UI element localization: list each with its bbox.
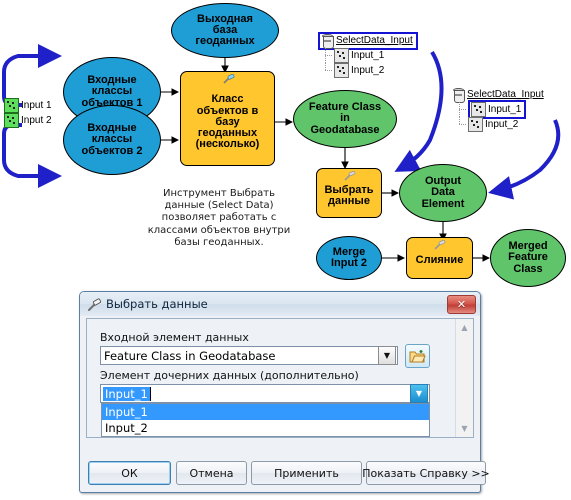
feature-class-icon — [334, 63, 349, 78]
list-item[interactable]: Input 2 — [4, 113, 54, 128]
cancel-button[interactable]: Отмена — [176, 461, 247, 485]
node-tool-fc-to-geodatabase[interactable]: Класс объектов в базу геоданных (несколь… — [180, 71, 275, 166]
node-label: Выбрать данные — [324, 183, 374, 207]
node-output-geodatabase[interactable]: Выходная база геоданных — [171, 3, 279, 58]
annotation-text: Инструмент Выбрать данные (Select Data) … — [147, 188, 291, 248]
child-data-element-dropdown[interactable]: Input_1 Input_2 — [101, 403, 430, 437]
node-label: Слияние — [415, 254, 464, 267]
chevron-down-icon[interactable]: ▼ — [378, 346, 396, 365]
input-data-element-combo[interactable]: Feature Class in Geodatabase ▼ — [100, 346, 398, 365]
tree-selectdata-input-right: SelectData_Input Input_1 Input_2 — [452, 87, 546, 132]
browse-button[interactable] — [405, 344, 430, 368]
tree-child-row[interactable]: Input_1 — [318, 48, 418, 63]
list-item[interactable]: Input 1 — [4, 98, 54, 113]
show-help-button[interactable]: Показать Справку >> — [362, 461, 490, 485]
child-data-element-value: Input_1 — [103, 386, 151, 401]
dialog-title: Выбрать данные — [106, 297, 208, 311]
left-input-label: Input 2 — [21, 115, 52, 126]
geodatabase-icon — [452, 87, 465, 103]
dropdown-option[interactable]: Input_2 — [102, 420, 429, 436]
tree-child-label: Input_1 — [351, 50, 385, 61]
apply-button[interactable]: Применить — [251, 461, 362, 485]
tree-child-row[interactable]: Input_2 — [452, 117, 546, 132]
node-merged-feature-class[interactable]: Merged Feature Class — [490, 229, 566, 287]
hammer-icon — [434, 240, 446, 251]
dialog-scrollbar[interactable]: ▲ ▼ — [455, 319, 473, 437]
node-label: Класс объектов в базу геоданных (несколь… — [195, 93, 260, 151]
feature-class-icon — [334, 48, 349, 63]
node-label: Output Data Element — [421, 175, 465, 210]
dialog-titlebar[interactable]: Выбрать данные ✕ — [80, 292, 480, 316]
chevron-down-icon[interactable]: ▼ — [410, 384, 428, 403]
child-data-element-combo[interactable]: Input_1 ▼ — [100, 384, 430, 403]
select-data-dialog: Выбрать данные ✕ Входной элемент данных … — [79, 291, 490, 493]
hammer-icon — [223, 74, 235, 85]
hammer-icon — [344, 171, 356, 182]
tree-root-row[interactable]: SelectData_Input — [318, 31, 418, 50]
feature-class-icon — [4, 98, 19, 113]
dialog-body: Входной элемент данных Feature Class in … — [86, 318, 474, 438]
dropdown-option[interactable]: Input_1 — [102, 404, 429, 420]
tree-selectdata-input-top: SelectData_Input Input_1 Input_2 — [318, 31, 418, 78]
tree-child-row[interactable]: Input_1 — [452, 100, 546, 119]
tree-child-label: Input_1 — [488, 104, 522, 115]
close-icon[interactable]: ✕ — [447, 295, 476, 314]
node-tool-merge[interactable]: Слияние — [406, 237, 473, 279]
ok-button[interactable]: ОК — [88, 461, 171, 485]
node-feature-class-in-geodatabase[interactable]: Feature Class in Geodatabase — [293, 90, 397, 148]
feature-class-icon — [4, 113, 19, 128]
left-input-label: Input 1 — [21, 100, 52, 111]
node-output-data-element[interactable]: Output Data Element — [399, 164, 487, 222]
node-label: Выходная база геоданных — [195, 12, 255, 48]
dialog-scroll-area: Входной элемент данных Feature Class in … — [87, 319, 456, 437]
tree-child-label: Input_2 — [351, 65, 385, 76]
dialog-button-row: ОК Отмена Применить Показать Справку >> — [88, 461, 490, 485]
input-data-element-value: Feature Class in Geodatabase — [104, 348, 276, 363]
node-label: Входные классы объектов 2 — [81, 122, 143, 157]
node-label: Feature Class in Geodatabase — [308, 101, 382, 136]
input-data-element-label: Входной элемент данных — [100, 331, 249, 344]
tree-root-label: SelectData_Input — [336, 35, 413, 46]
feature-class-icon — [468, 117, 483, 132]
tree-child-row[interactable]: Input_2 — [318, 63, 418, 78]
node-input-feature-classes-2[interactable]: Входные классы объектов 2 — [63, 105, 161, 175]
tree-child-label: Input_2 — [485, 119, 519, 130]
feature-class-icon — [471, 102, 486, 117]
node-label: Merged Feature Class — [508, 240, 548, 275]
screenshot-canvas: Input 1 Input 2 Входные классы объектов … — [0, 0, 571, 500]
node-merge-input-2[interactable]: Merge Input 2 — [316, 236, 382, 280]
open-folder-icon — [409, 349, 426, 362]
geodatabase-icon — [321, 33, 334, 49]
hammer-icon — [87, 297, 102, 311]
node-label: Входные классы объектов 1 — [81, 74, 143, 109]
scroll-up-icon[interactable]: ▲ — [457, 320, 472, 335]
left-input-list: Input 1 Input 2 — [4, 98, 54, 128]
node-tool-select-data[interactable]: Выбрать данные — [316, 168, 382, 218]
tree-root-label: SelectData_Input — [467, 89, 544, 100]
child-data-element-label: Элемент дочерних данных (дополнительно) — [100, 369, 359, 382]
scroll-down-icon[interactable]: ▼ — [457, 421, 472, 436]
node-label: Merge Input 2 — [330, 245, 368, 269]
